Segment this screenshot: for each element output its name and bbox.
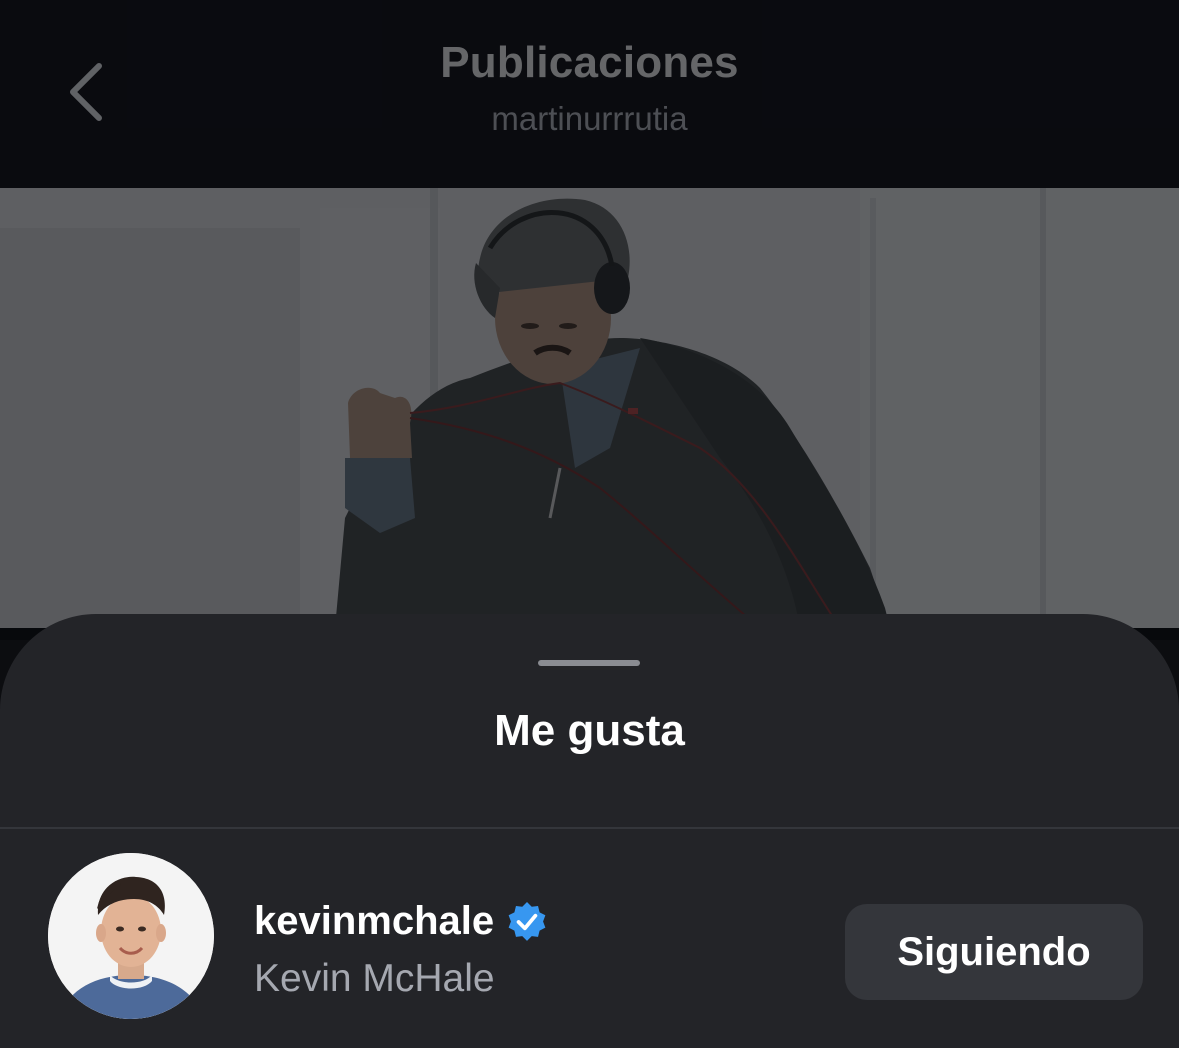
likes-bottom-sheet: Me gusta kevinmchale Kevin McHale Siguie… [0,614,1179,1048]
sheet-title: Me gusta [494,706,685,755]
avatar[interactable] [48,853,214,1019]
following-button[interactable]: Siguiendo [845,904,1143,1000]
post-image[interactable] [0,188,1179,628]
username-line: kevinmchale [254,899,548,944]
top-nav-bar: Publicaciones martinurrrutia [0,0,1179,188]
post-image-illustration [0,188,1179,628]
page-subtitle-username[interactable]: martinurrrutia [0,100,1179,138]
verified-badge-icon [508,901,546,941]
sheet-grabber-handle[interactable] [538,660,640,666]
avatar-photo [48,853,214,1019]
username[interactable]: kevinmchale [254,899,494,944]
full-name: Kevin McHale [254,957,495,1000]
page-title: Publicaciones [440,38,739,87]
list-item[interactable]: kevinmchale Kevin McHale Siguiendo [0,829,1179,1048]
screen: Publicaciones martinurrrutia Me gusta ke… [0,0,1179,1048]
